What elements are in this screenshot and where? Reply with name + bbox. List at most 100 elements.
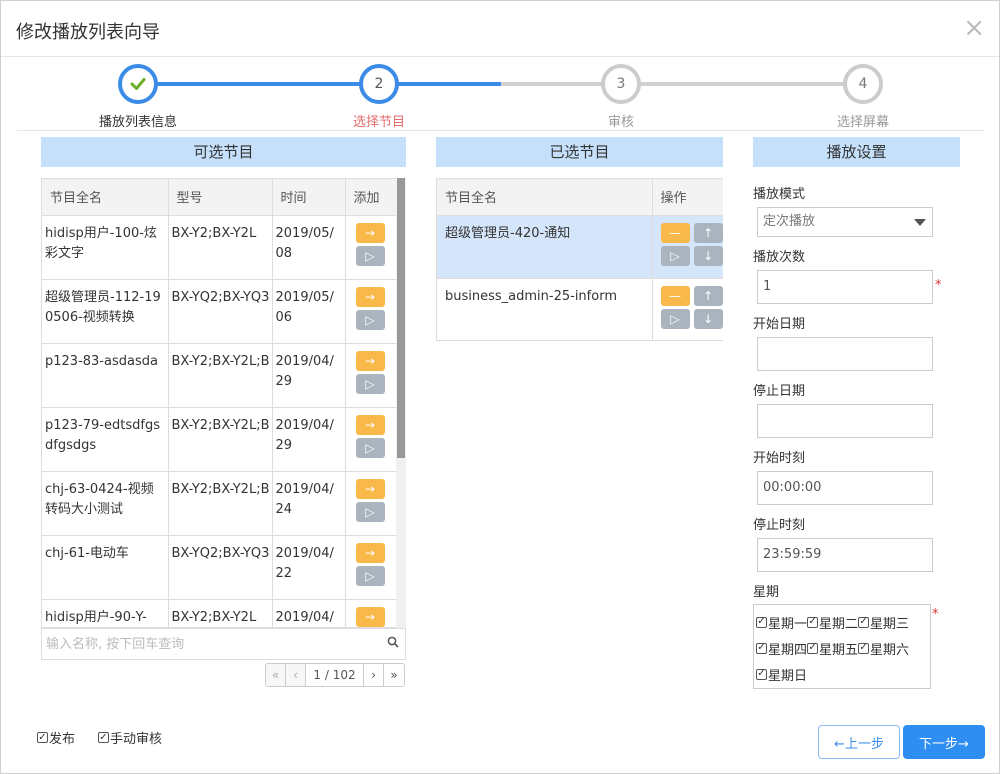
add-arrow-icon[interactable]: → <box>355 222 385 243</box>
prev-page-button[interactable]: ‹ <box>286 664 306 686</box>
program-search <box>41 628 406 660</box>
add-arrow-icon[interactable]: → <box>355 606 385 627</box>
program-model: BX-Y2;BX-Y2L;B <box>171 481 269 497</box>
column-header[interactable]: 节目全名 <box>437 179 653 216</box>
search-input[interactable] <box>42 629 372 659</box>
last-page-button[interactable]: » <box>384 664 404 686</box>
table-row[interactable]: business_admin-25-inform — ↑ ▷ ↓ <box>437 278 723 340</box>
checkbox-checked-icon[interactable]: ✓ <box>807 616 819 628</box>
column-header[interactable]: 时间 <box>272 179 346 216</box>
weekday-label: 星期五 <box>819 642 859 658</box>
close-icon[interactable]: × <box>963 15 985 41</box>
weekday-checkbox[interactable]: ✓ 星期二 <box>807 609 858 635</box>
next-step-button[interactable]: 下一步→ <box>903 725 985 759</box>
start-time-input[interactable]: 00:00:00 <box>757 471 933 505</box>
move-down-icon[interactable]: ↓ <box>693 245 723 266</box>
add-arrow-icon[interactable]: → <box>355 414 385 435</box>
program-name: hidisp用户-90-Y- <box>45 609 147 625</box>
play-icon[interactable]: ▷ <box>355 565 385 586</box>
program-model: BX-Y2;BX-Y2L;B <box>171 353 269 369</box>
program-name: p123-79-edtsdfgsdfgsdgs <box>45 417 160 453</box>
step-label: 选择屏幕 <box>836 115 890 130</box>
weekday-checkbox[interactable]: ✓ 星期一 <box>756 609 807 635</box>
add-arrow-icon[interactable]: → <box>355 478 385 499</box>
table-row[interactable]: chj-63-0424-视频转码大小测试 BX-Y2;BX-Y2L;B 2019/0… <box>42 471 396 536</box>
column-header[interactable]: 节目全名 <box>42 179 169 216</box>
checkbox-checked-icon[interactable]: ✓ <box>37 732 48 743</box>
search-icon[interactable] <box>387 636 399 652</box>
move-down-icon[interactable]: ↓ <box>693 308 723 329</box>
required-mark: * <box>935 278 942 293</box>
start-time-label: 开始时刻 <box>753 451 806 466</box>
publish-checkbox[interactable]: ✓ 发布 <box>37 728 75 747</box>
check-icon <box>118 64 158 104</box>
table-row[interactable]: chj-61-电动车 BX-YQ2;BX-YQ3 2019/04/22 → ▷ <box>42 535 396 600</box>
program-name: hidisp用户-100-炫彩文字 <box>45 225 157 261</box>
play-icon[interactable]: ▷ <box>355 309 385 330</box>
table-row[interactable]: p123-79-edtsdfgsdfgsdgs BX-Y2;BX-Y2L;B 201… <box>42 407 396 472</box>
program-model: BX-Y2;BX-Y2L <box>171 225 257 241</box>
remove-icon[interactable]: — <box>660 285 690 306</box>
play-icon[interactable]: ▷ <box>660 308 690 329</box>
step-3: 3 审核 <box>601 64 641 130</box>
weekday-checkbox[interactable]: ✓ 星期三 <box>858 609 909 635</box>
table-row[interactable]: 超级管理员-112-190506-视频转换 BX-YQ2;BX-YQ3 2019/0… <box>42 279 396 344</box>
add-arrow-icon[interactable]: → <box>355 286 385 307</box>
play-icon[interactable]: ▷ <box>355 373 385 394</box>
program-time: 2019/04/22 <box>275 545 334 581</box>
add-arrow-icon[interactable]: → <box>355 542 385 563</box>
dialog-header: 修改播放列表向导 × <box>1 1 999 57</box>
table-row[interactable]: 超级管理员-420-通知 — ↑ ▷ ↓ <box>437 215 723 279</box>
program-model: BX-YQ2;BX-YQ3 <box>171 545 269 561</box>
step-number: 2 <box>359 64 399 104</box>
play-icon[interactable]: ▷ <box>355 501 385 522</box>
program-name: chj-63-0424-视频转码大小测试 <box>45 481 154 517</box>
weekday-checkbox[interactable]: ✓ 星期六 <box>858 635 909 661</box>
table-row[interactable]: p123-83-asdasda BX-Y2;BX-Y2L;B 2019/04/29 →… <box>42 343 396 408</box>
wizard-steps: 播放列表信息 2 选择节目 3 审核 4 选择屏幕 <box>17 61 985 131</box>
step-number: 4 <box>843 64 883 104</box>
start-date-input[interactable] <box>757 337 933 371</box>
page-indicator: 1 / 102 <box>306 664 364 686</box>
prev-step-button[interactable]: ←上一步 <box>818 725 900 759</box>
selected-table: 节目全名 操作 超级管理员-420-通知 — ↑ ▷ ↓ business_admin… <box>436 178 723 341</box>
publish-label: 发布 <box>49 732 76 747</box>
manual-review-checkbox[interactable]: ✓ 手动审核 <box>98 728 162 747</box>
play-icon[interactable]: ▷ <box>355 437 385 458</box>
weekday-label: 星期三 <box>870 616 910 632</box>
table-row[interactable]: hidisp用户-100-炫彩文字 BX-Y2;BX-Y2L 2019/05/08 →… <box>42 215 396 280</box>
required-mark: * <box>932 607 939 622</box>
weekday-checkbox[interactable]: ✓ 星期日 <box>756 661 807 687</box>
move-up-icon[interactable]: ↑ <box>693 285 723 306</box>
checkbox-checked-icon[interactable]: ✓ <box>756 668 767 680</box>
checkbox-checked-icon[interactable]: ✓ <box>756 616 767 628</box>
play-icon[interactable]: ▷ <box>660 245 690 266</box>
scrollbar-thumb[interactable] <box>397 178 405 458</box>
program-time: 2019/05/08 <box>275 225 334 261</box>
scrollbar[interactable] <box>396 178 406 628</box>
checkbox-checked-icon[interactable]: ✓ <box>858 616 870 628</box>
table-row[interactable]: hidisp用户-90-Y-BX-Y2;BX-Y2L2019/04/→▷ <box>42 599 396 627</box>
checkbox-checked-icon[interactable]: ✓ <box>98 732 109 743</box>
checkbox-checked-icon[interactable]: ✓ <box>756 642 767 654</box>
checkbox-checked-icon[interactable]: ✓ <box>807 642 819 654</box>
remove-icon[interactable]: — <box>660 222 690 243</box>
settings-panel-header: 播放设置 <box>753 137 960 167</box>
checkbox-checked-icon[interactable]: ✓ <box>858 642 870 654</box>
add-arrow-icon[interactable]: → <box>355 350 385 371</box>
first-page-button[interactable]: « <box>266 664 286 686</box>
program-name: 超级管理员-112-190506-视频转换 <box>45 289 161 325</box>
play-mode-select[interactable]: 定次播放 <box>757 207 933 237</box>
weekday-checkbox[interactable]: ✓ 星期四 <box>756 635 807 661</box>
move-up-icon[interactable]: ↑ <box>693 222 723 243</box>
step-label: 选择节目 <box>352 115 406 130</box>
stop-time-input[interactable]: 23:59:59 <box>757 538 933 572</box>
week-label: 星期 <box>753 585 780 600</box>
dialog-title: 修改播放列表向导 <box>16 22 160 43</box>
stop-date-input[interactable] <box>757 404 933 438</box>
next-page-button[interactable]: › <box>364 664 384 686</box>
column-header[interactable]: 型号 <box>168 179 273 216</box>
play-icon[interactable]: ▷ <box>355 245 385 266</box>
play-count-input[interactable]: 1 <box>757 270 933 304</box>
weekday-checkbox[interactable]: ✓ 星期五 <box>807 635 858 661</box>
